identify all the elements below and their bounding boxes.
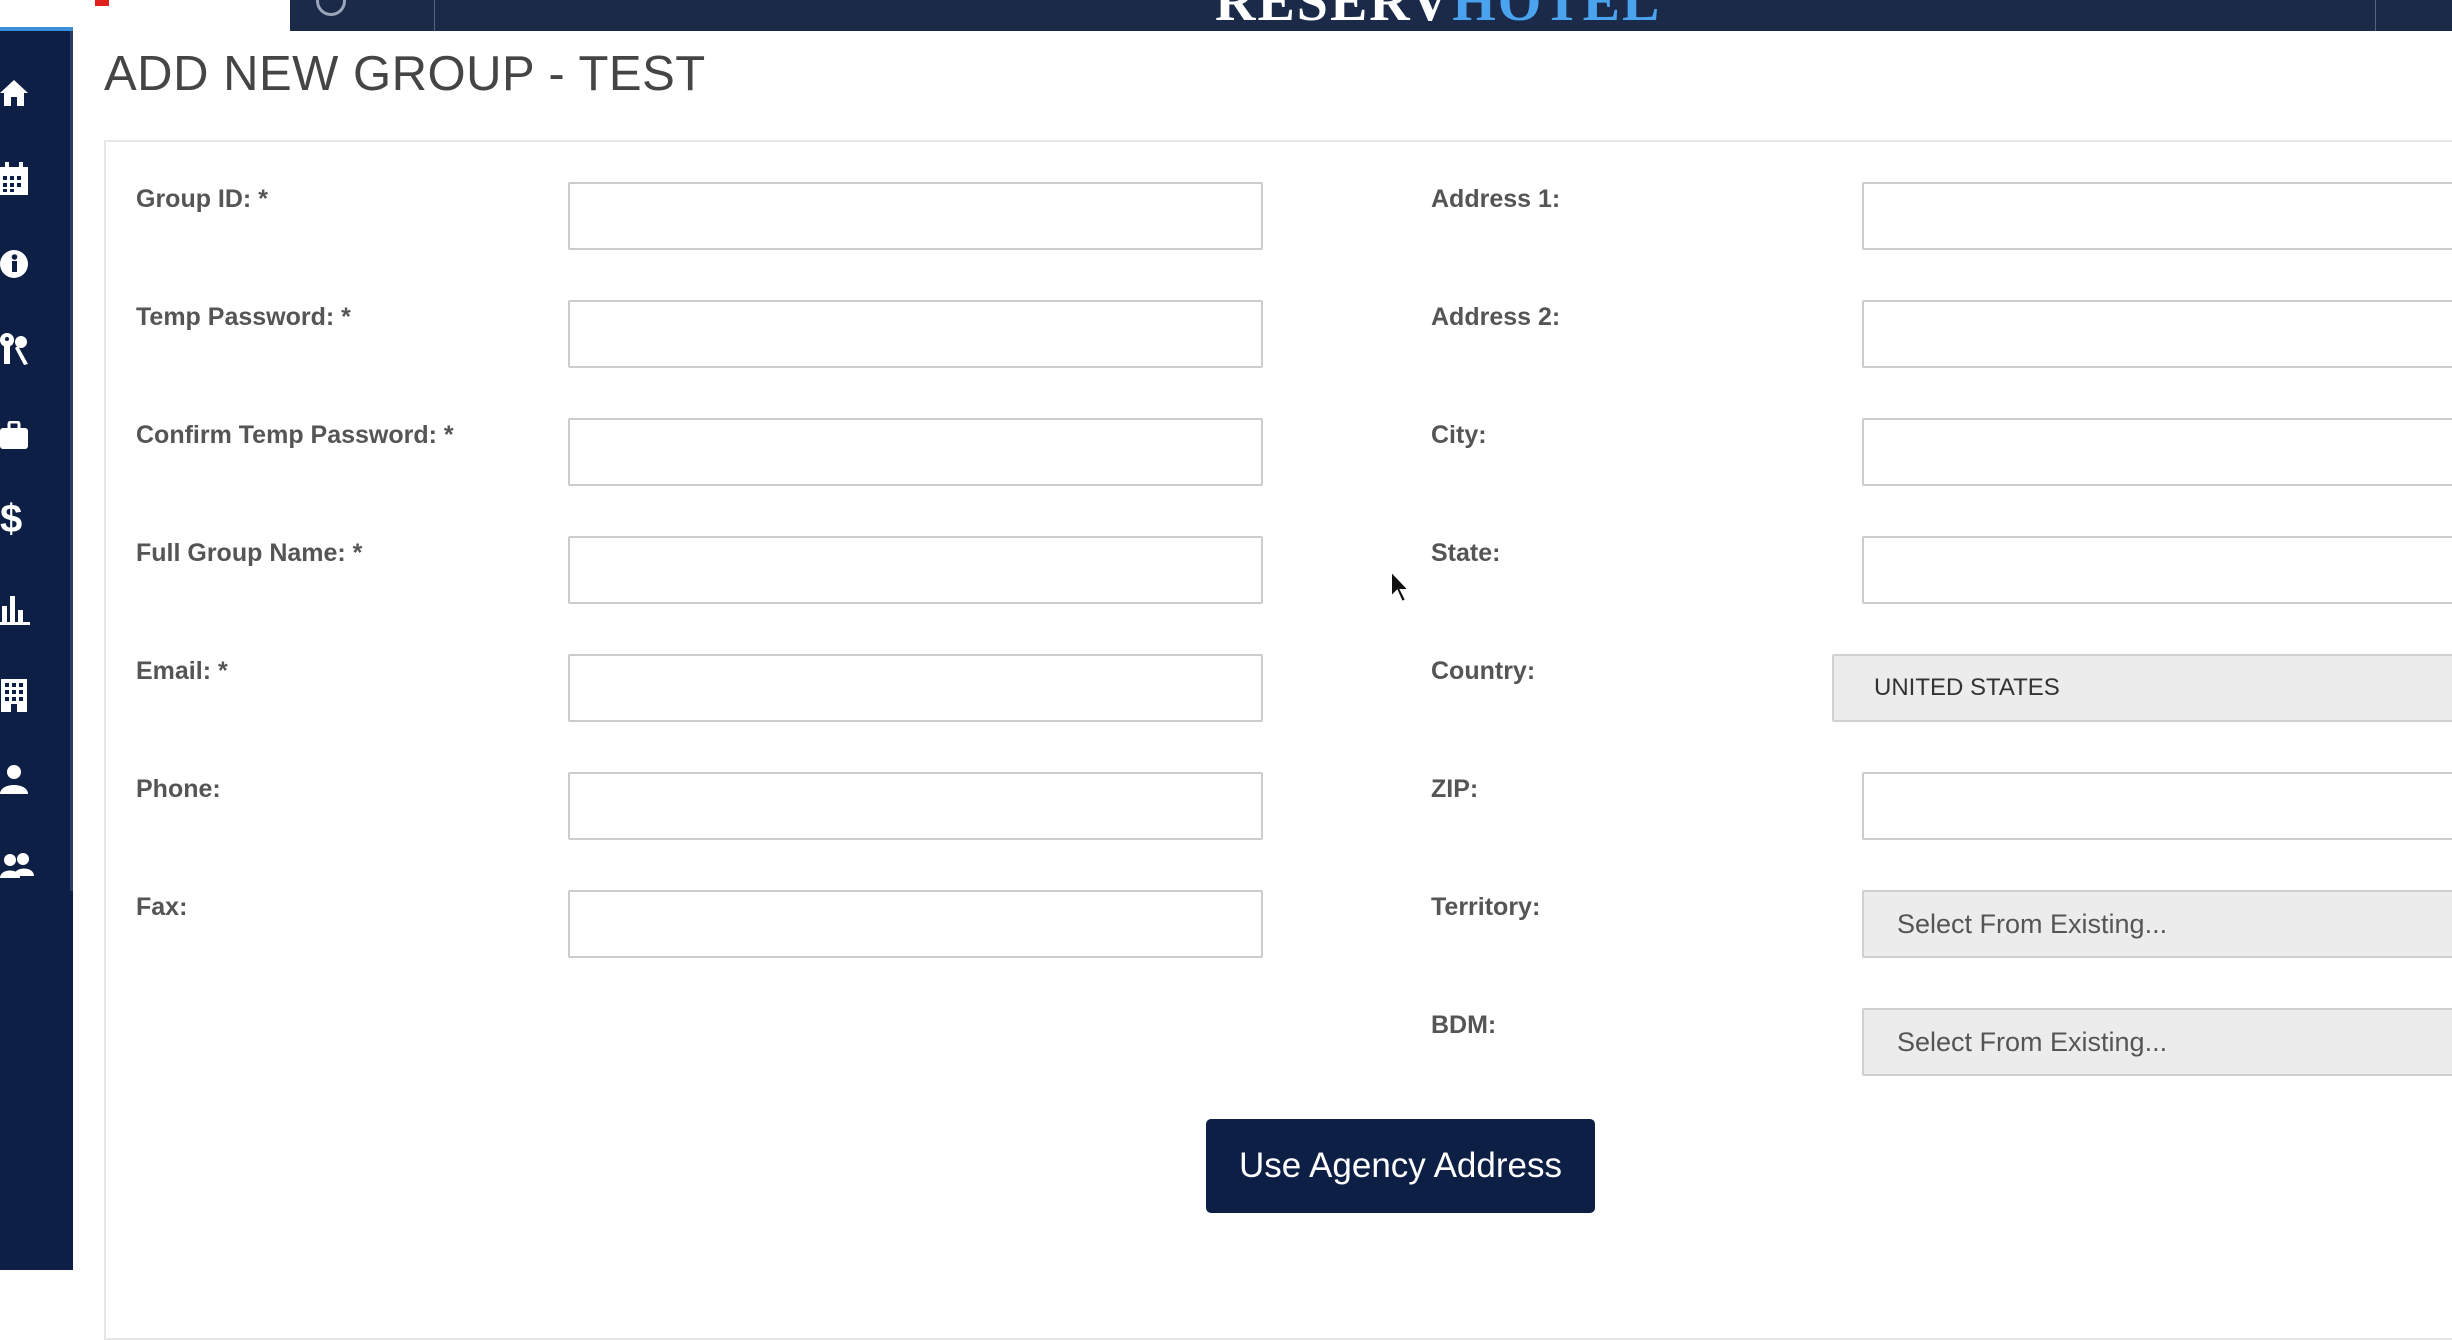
bdm-label: BDM: [1431, 1011, 1497, 1039]
tab-logo-icon [95, 0, 109, 6]
full-group-name-label: Full Group Name: * [136, 539, 363, 567]
phone-label: Phone: [136, 775, 221, 803]
group-id-field[interactable] [568, 182, 1263, 250]
brand-logo: RESERVHOTEL [1215, 0, 1661, 30]
svg-text:$: $ [0, 499, 22, 539]
briefcase-icon[interactable] [0, 416, 36, 456]
territory-label: Territory: [1431, 893, 1541, 921]
user-icon[interactable] [0, 760, 36, 800]
email-field[interactable] [568, 654, 1263, 722]
calendar-icon[interactable] [0, 159, 36, 199]
sidebar-divider [70, 31, 73, 891]
use-agency-address-button[interactable]: Use Agency Address [1206, 1119, 1595, 1213]
address1-field[interactable] [1862, 182, 2452, 250]
territory-select[interactable]: Select From Existing... [1862, 890, 2452, 958]
country-label: Country: [1431, 657, 1536, 685]
group-id-label: Group ID: * [136, 185, 268, 213]
zip-label: ZIP: [1431, 775, 1479, 803]
fax-field[interactable] [568, 890, 1263, 958]
state-label: State: [1431, 539, 1501, 567]
bar-chart-icon[interactable] [0, 589, 36, 629]
address2-field[interactable] [1862, 300, 2452, 368]
address1-label: Address 1: [1431, 185, 1561, 213]
dollar-icon[interactable]: $ [0, 499, 36, 539]
country-select[interactable]: UNITED STATES [1832, 654, 2452, 722]
users-icon[interactable] [0, 846, 36, 886]
building-icon[interactable] [0, 675, 36, 715]
tab-secondary[interactable] [290, 0, 435, 31]
confirm-temp-password-field[interactable] [568, 418, 1263, 486]
brand-logo-part1: RESERV [1215, 0, 1453, 33]
info-icon[interactable] [0, 244, 36, 284]
state-field[interactable] [1862, 536, 2452, 604]
address2-label: Address 2: [1431, 303, 1561, 331]
keys-icon[interactable] [0, 329, 36, 369]
full-group-name-field[interactable] [568, 536, 1263, 604]
sidebar: $ [0, 31, 73, 1270]
topbar-divider [2375, 0, 2376, 31]
brand-logo-part2: HOTEL [1452, 0, 1662, 33]
zip-field[interactable] [1862, 772, 2452, 840]
city-label: City: [1431, 421, 1487, 449]
home-icon[interactable] [0, 73, 36, 113]
temp-password-label: Temp Password: * [136, 303, 351, 331]
phone-field[interactable] [568, 772, 1263, 840]
top-bar: RESERVHOTEL [0, 0, 2452, 31]
temp-password-field[interactable] [568, 300, 1263, 368]
tab-active[interactable] [0, 0, 290, 31]
page-title: ADD NEW GROUP - TEST [104, 47, 706, 101]
email-label: Email: * [136, 657, 228, 685]
bdm-select-value: Select From Existing... [1897, 1026, 2168, 1057]
territory-select-value: Select From Existing... [1897, 908, 2168, 939]
country-select-value: UNITED STATES [1874, 674, 2060, 701]
mouse-cursor-icon [1389, 568, 1413, 610]
city-field[interactable] [1862, 418, 2452, 486]
bdm-select[interactable]: Select From Existing... [1862, 1008, 2452, 1076]
fax-label: Fax: [136, 893, 188, 921]
confirm-temp-password-label: Confirm Temp Password: * [136, 421, 454, 449]
tab-circle-icon [316, 0, 346, 16]
